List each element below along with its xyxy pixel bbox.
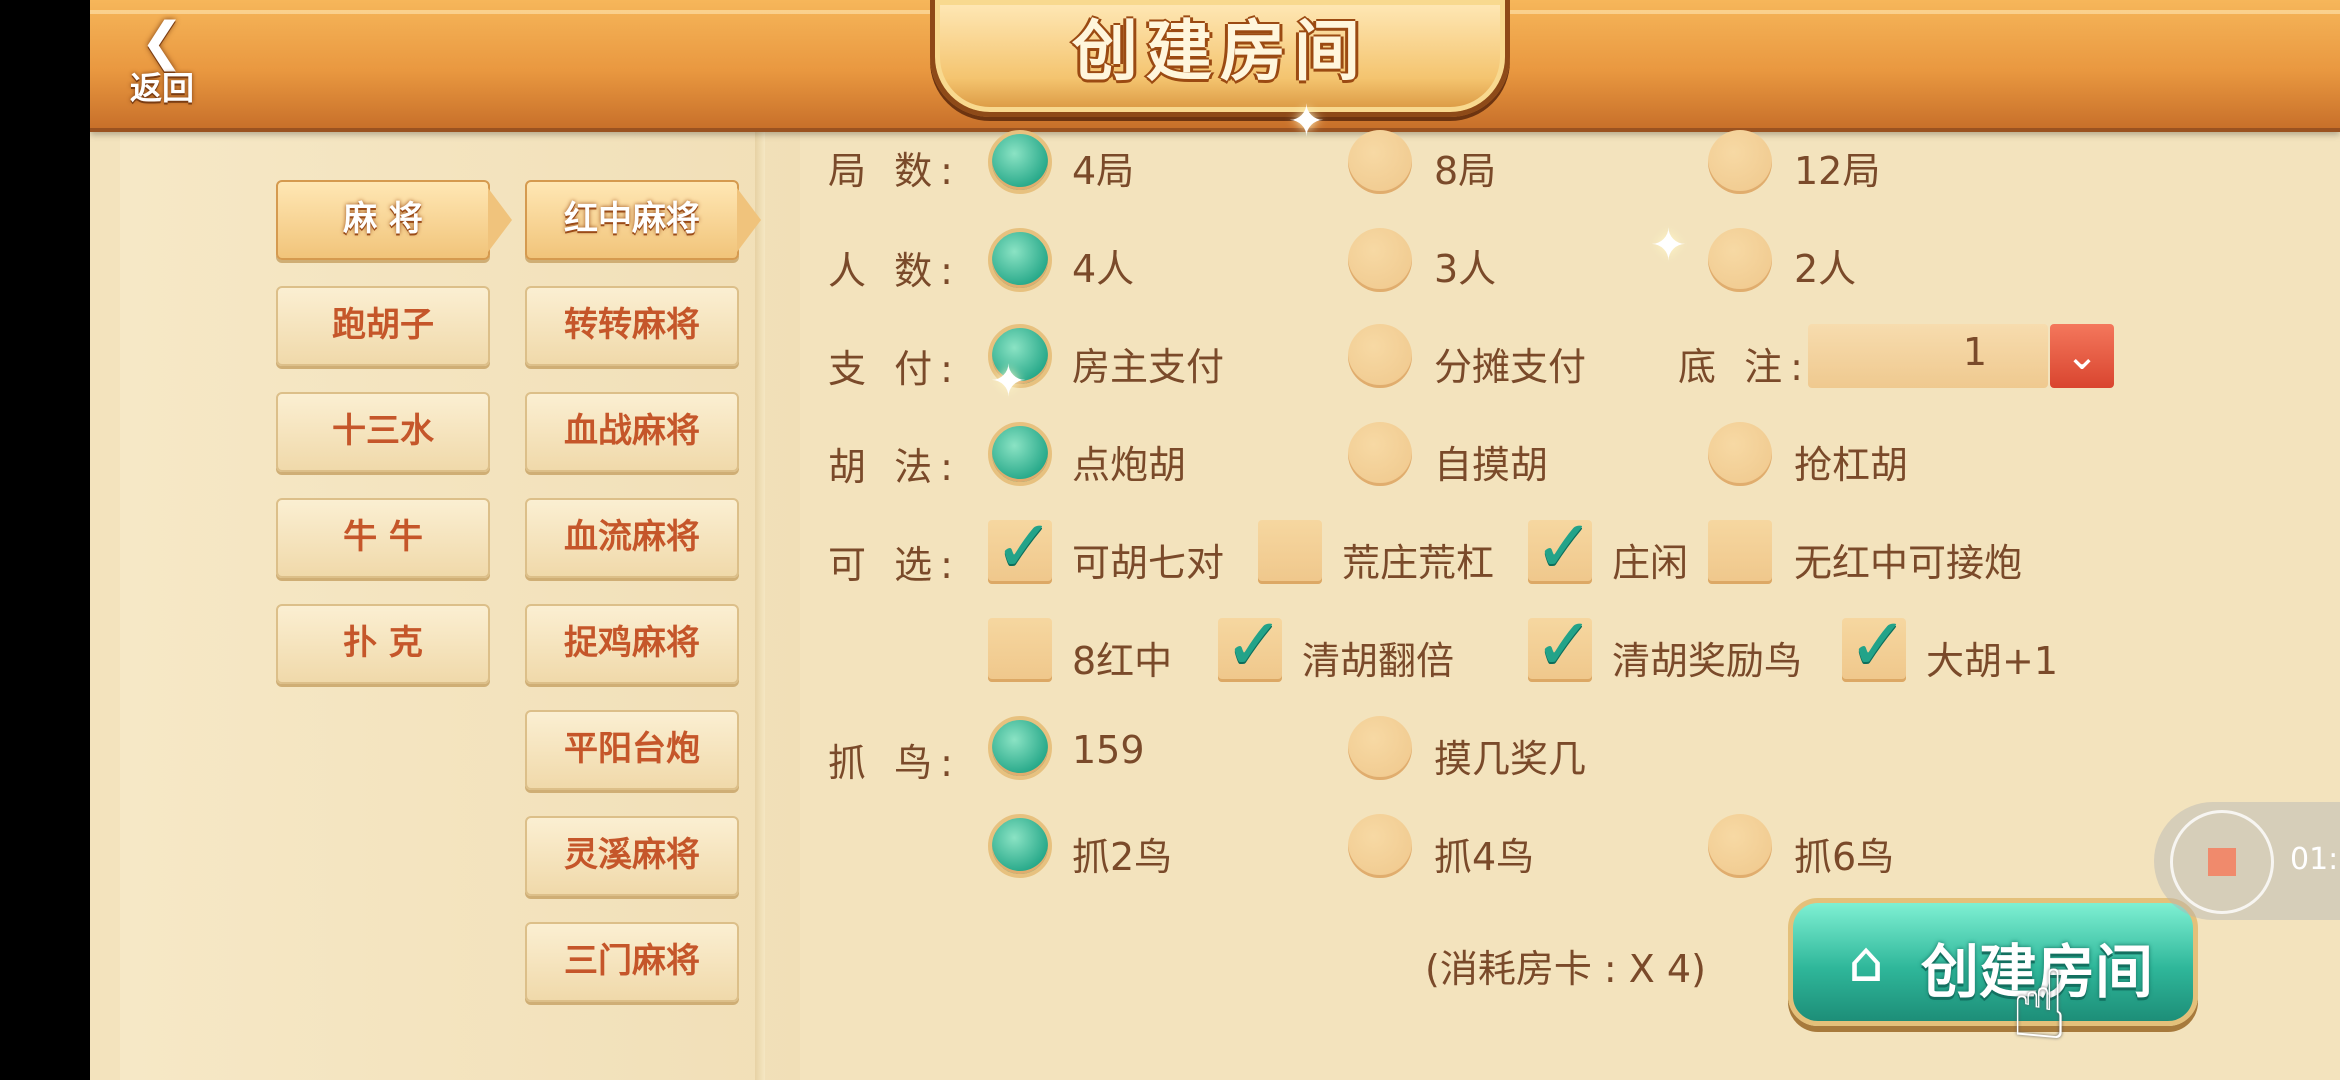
players-radio-3[interactable] (1348, 228, 1412, 292)
optional-check-qidui[interactable]: ✓ (988, 506, 1054, 586)
optional-check-zhuangxian[interactable]: ✓ (1528, 506, 1594, 586)
sparkle-icon: ✦ (990, 356, 1027, 407)
win-rule-radio-zimo[interactable] (1348, 422, 1412, 486)
optional-option-huangzhuang: 荒庄荒杠 (1342, 541, 1495, 585)
variant-zhuanzhuan[interactable]: 转转麻将 (525, 286, 739, 366)
chevron-down-icon[interactable]: ⌄ (2050, 324, 2114, 388)
optional-option-8hongzhong: 8红中 (1072, 639, 1173, 683)
players-option-4: 4人 (1072, 247, 1135, 291)
optional-option-zhuangxian: 庄闲 (1612, 541, 1689, 585)
payment-option-split: 分摊支付 (1434, 345, 1587, 389)
players-option-3: 3人 (1434, 247, 1497, 291)
rounds-radio-8[interactable] (1348, 130, 1412, 194)
win-rule-label: 胡 法: (828, 445, 961, 489)
variant-pingyang[interactable]: 平阳台炮 (525, 710, 739, 790)
optional-option-qinghu-fanbei: 清胡翻倍 (1302, 639, 1455, 683)
variant-xueliu[interactable]: 血流麻将 (525, 498, 739, 578)
checkmark-icon: ✓ (1534, 602, 1595, 686)
panel-divider (755, 128, 765, 1080)
checkmark-icon: ✓ (1534, 504, 1595, 588)
optional-option-qinghu-niao: 清胡奖励鸟 (1612, 639, 1803, 683)
page-title: 创建房间 (1072, 13, 1368, 90)
checkmark-icon: ✓ (1224, 602, 1285, 686)
rounds-radio-4[interactable] (988, 130, 1052, 194)
variant-sanmen[interactable]: 三门麻将 (525, 922, 739, 1002)
win-rule-radio-qianggang[interactable] (1708, 422, 1772, 486)
payment-option-host: 房主支付 (1072, 345, 1225, 389)
header-bar: ❮ 返回 创建房间 (90, 0, 2340, 132)
create-room-screen: ❮ 返回 创建房间 麻 将 跑胡子 十三水 牛 牛 扑 克 红中麻将 转转麻将 … (90, 0, 2340, 1080)
optional-check-8hongzhong[interactable] (988, 618, 1052, 682)
recording-time: 01:52 (2290, 842, 2340, 877)
win-rule-option-dianpao: 点炮胡 (1072, 443, 1187, 487)
create-room-button[interactable]: ⌂ 创建房间 (1788, 898, 2198, 1026)
sparkle-icon: ✦ (1288, 96, 1325, 147)
title-plate: 创建房间 (930, 0, 1510, 117)
rounds-label: 局 数: (828, 149, 961, 193)
optional-check-qinghu-niao[interactable]: ✓ (1528, 604, 1594, 684)
variant-lingxi[interactable]: 灵溪麻将 (525, 816, 739, 896)
house-icon: ⌂ (1848, 930, 1884, 995)
rounds-radio-12[interactable] (1708, 130, 1772, 194)
stake-value: 1 (1962, 330, 1988, 374)
variant-zhuoji[interactable]: 捉鸡麻将 (525, 604, 739, 684)
optional-option-qidui: 可胡七对 (1072, 541, 1225, 585)
screen-recorder-widget[interactable]: 01:52 (2154, 802, 2340, 920)
bird-count-radio-6[interactable] (1708, 814, 1772, 878)
bird-mode-radio-159[interactable] (988, 716, 1052, 780)
payment-label: 支 付: (828, 347, 961, 391)
sparkle-icon: ✦ (1650, 220, 1687, 271)
room-card-cost: (消耗房卡 : X 4) (1425, 947, 1706, 991)
checkmark-icon: ✓ (1848, 602, 1909, 686)
optional-check-huangzhuang[interactable] (1258, 520, 1322, 584)
bird-count-option-6: 抓6鸟 (1794, 835, 1895, 879)
back-label: 返回 (129, 69, 194, 107)
optional-label: 可 选: (828, 543, 961, 587)
category-paohuzi[interactable]: 跑胡子 (276, 286, 490, 366)
optional-check-dahu[interactable]: ✓ (1842, 604, 1908, 684)
players-label: 人 数: (828, 249, 961, 293)
optional-check-wuhongzhong[interactable] (1708, 520, 1772, 584)
rounds-option-4: 4局 (1072, 149, 1135, 193)
players-radio-4[interactable] (988, 228, 1052, 292)
rounds-option-12: 12局 (1794, 149, 1881, 193)
stake-select[interactable] (1808, 324, 2048, 388)
optional-check-qinghu-fanbei[interactable]: ✓ (1218, 604, 1284, 684)
back-button[interactable]: ❮ 返回 (114, 14, 210, 114)
bird-mode-option-159: 159 (1072, 728, 1145, 772)
bird-count-radio-2[interactable] (988, 814, 1052, 878)
bird-mode-radio-mojijiangji[interactable] (1348, 716, 1412, 780)
category-mahjong[interactable]: 麻 将 (276, 180, 512, 260)
variant-xuezhan[interactable]: 血战麻将 (525, 392, 739, 472)
win-rule-option-qianggang: 抢杠胡 (1794, 443, 1909, 487)
optional-option-wuhongzhong: 无红中可接炮 (1794, 541, 2023, 585)
bird-count-option-2: 抓2鸟 (1072, 835, 1173, 879)
stake-label: 底 注: (1678, 345, 1811, 389)
back-arrow-icon: ❮ (140, 12, 184, 72)
rounds-option-8: 8局 (1434, 149, 1497, 193)
players-radio-2[interactable] (1708, 228, 1772, 292)
optional-option-dahu: 大胡+1 (1926, 639, 2059, 683)
category-niuniu[interactable]: 牛 牛 (276, 498, 490, 578)
bird-mode-option-mojijiangji: 摸几奖几 (1434, 737, 1587, 781)
checkmark-icon: ✓ (994, 504, 1055, 588)
bird-count-option-4: 抓4鸟 (1434, 835, 1535, 879)
stop-icon[interactable] (2208, 848, 2236, 876)
players-option-2: 2人 (1794, 247, 1857, 291)
bird-label: 抓 鸟: (828, 741, 961, 785)
category-shisanshui[interactable]: 十三水 (276, 392, 490, 472)
variant-hongzhong[interactable]: 红中麻将 (525, 180, 761, 260)
payment-radio-split[interactable] (1348, 324, 1412, 388)
win-rule-radio-dianpao[interactable] (988, 422, 1052, 486)
pointing-hand-icon: ☝ (2010, 949, 2069, 1061)
win-rule-option-zimo: 自摸胡 (1434, 443, 1549, 487)
bird-count-radio-4[interactable] (1348, 814, 1412, 878)
category-poker[interactable]: 扑 克 (276, 604, 490, 684)
